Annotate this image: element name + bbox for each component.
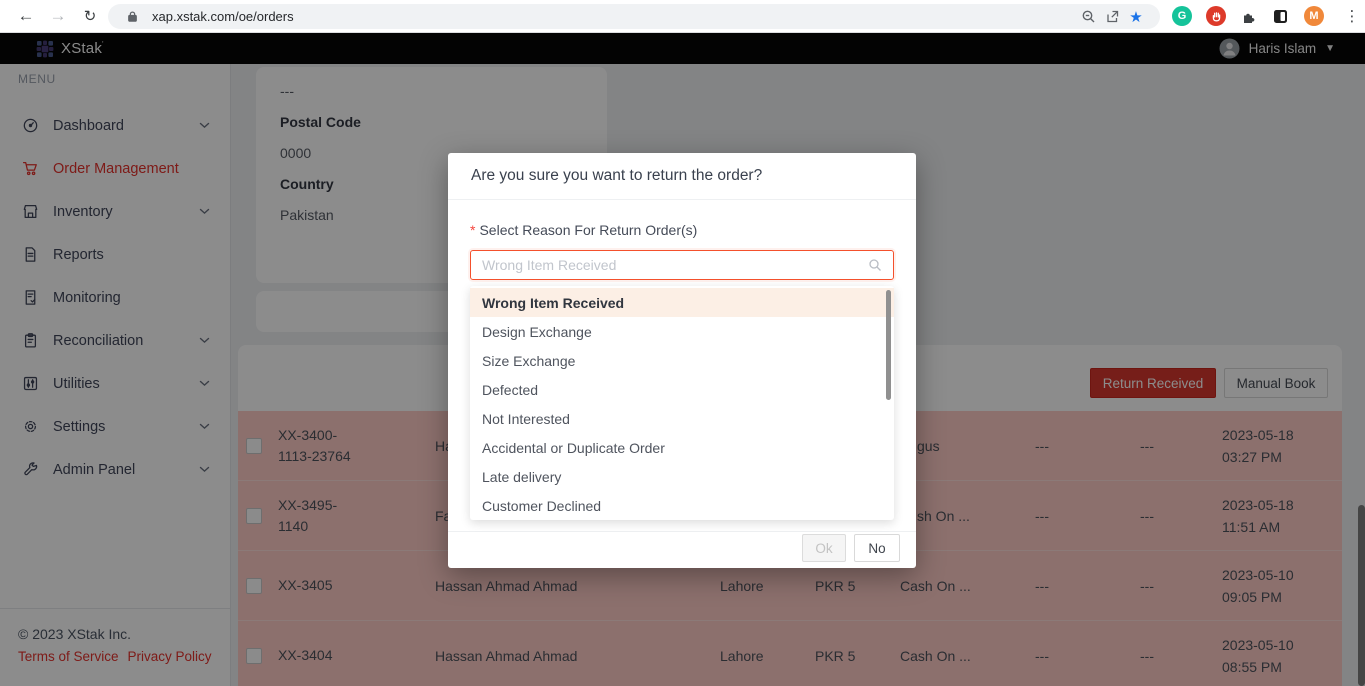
bookmark-star-icon[interactable]: ★	[1124, 5, 1148, 29]
reason-field-label: *Select Reason For Return Order(s)	[470, 222, 894, 238]
dark-reader-extension-icon[interactable]	[1272, 8, 1289, 25]
modal-title: Are you sure you want to return the orde…	[471, 167, 762, 185]
reason-option-late-delivery[interactable]: Late delivery	[470, 462, 894, 491]
reason-option-not-interested[interactable]: Not Interested	[470, 404, 894, 433]
grammarly-extension-icon[interactable]: G	[1172, 6, 1192, 26]
reason-option-accidental-or-duplicate-order[interactable]: Accidental or Duplicate Order	[470, 433, 894, 462]
dropdown-scrollbar-thumb[interactable]	[886, 290, 891, 400]
lock-icon	[120, 5, 144, 29]
url-text: xap.xstak.com/oe/orders	[152, 9, 294, 24]
zoom-icon[interactable]	[1076, 5, 1100, 29]
browser-back-button[interactable]: ←	[12, 0, 40, 32]
reason-option-customer-declined[interactable]: Customer Declined	[470, 491, 894, 520]
extensions-puzzle-icon[interactable]	[1240, 8, 1257, 25]
required-asterisk: *	[470, 222, 475, 238]
address-bar[interactable]: xap.xstak.com/oe/orders ★	[108, 4, 1160, 29]
browser-forward-button[interactable]: →	[44, 0, 72, 32]
reason-select-placeholder: Wrong Item Received	[482, 257, 616, 273]
reason-option-size-exchange[interactable]: Size Exchange	[470, 346, 894, 375]
adblock-hand-extension-icon[interactable]	[1206, 6, 1226, 26]
share-icon[interactable]	[1100, 5, 1124, 29]
reason-option-defected[interactable]: Defected	[470, 375, 894, 404]
reason-select[interactable]: Wrong Item Received	[470, 250, 894, 280]
search-icon	[868, 258, 882, 272]
screenshot-root: XStak' Haris Islam ▼ --- Postal Code 000…	[0, 0, 1365, 686]
reason-dropdown: Wrong Item ReceivedDesign ExchangeSize E…	[470, 286, 894, 520]
return-order-modal: Are you sure you want to return the orde…	[448, 153, 916, 568]
no-button[interactable]: No	[854, 534, 900, 562]
browser-reload-button[interactable]: ↻	[76, 0, 104, 32]
reason-option-wrong-item-received[interactable]: Wrong Item Received	[470, 288, 894, 317]
modal-header: Are you sure you want to return the orde…	[448, 153, 916, 200]
profile-avatar-icon[interactable]: M	[1304, 6, 1324, 26]
browser-menu-icon[interactable]: ⋮	[1340, 0, 1364, 32]
browser-toolbar: ← → ↻ xap.xstak.com/oe/orders	[0, 0, 1365, 33]
modal-footer: Ok No	[448, 531, 916, 568]
ok-button[interactable]: Ok	[802, 534, 846, 562]
reason-option-design-exchange[interactable]: Design Exchange	[470, 317, 894, 346]
modal-body: *Select Reason For Return Order(s) Wrong…	[448, 200, 916, 280]
